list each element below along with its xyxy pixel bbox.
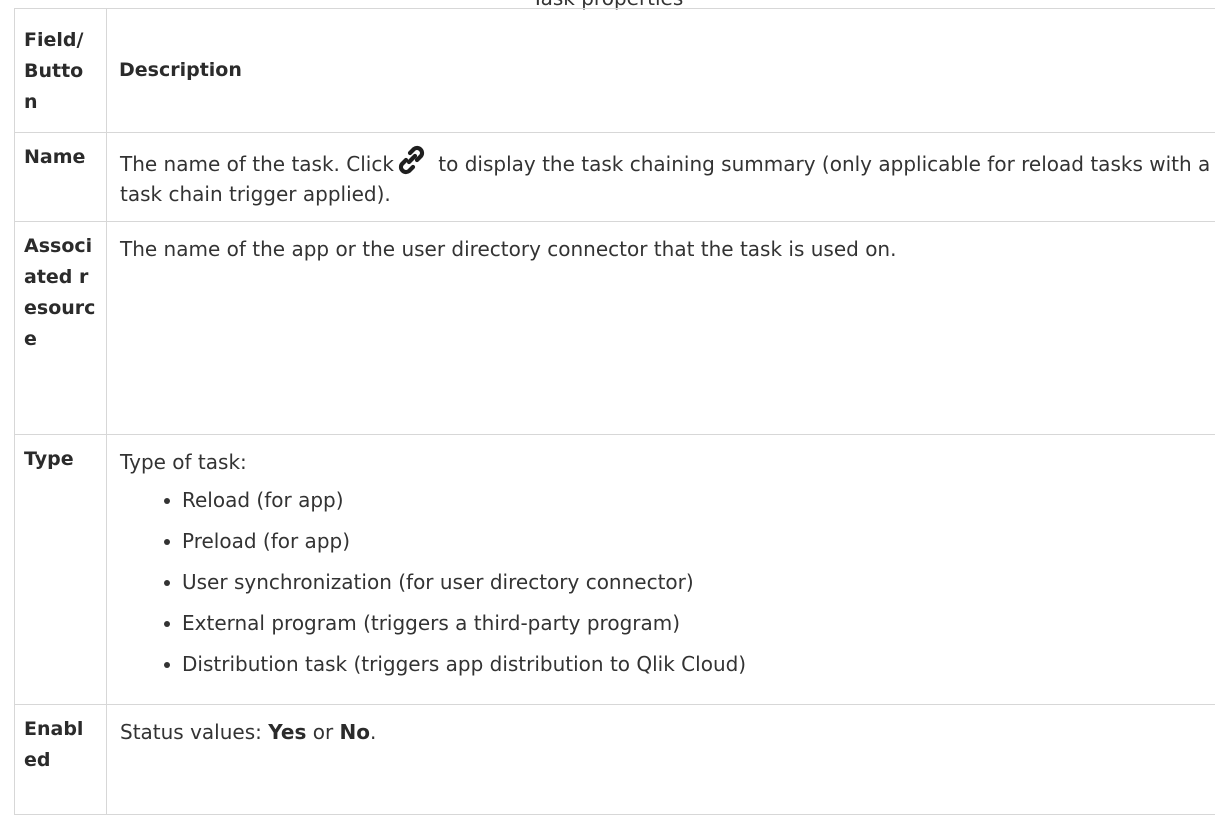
field-associated-resource: Associated resource	[15, 222, 107, 435]
type-intro: Type of task:	[120, 447, 1215, 477]
bullet-icon	[164, 662, 170, 668]
list-item: User synchronization (for user directory…	[182, 567, 1215, 598]
enabled-value-no: No	[340, 720, 370, 744]
associated-resource-text: The name of the app or the user director…	[120, 234, 1215, 264]
link-icon[interactable]	[396, 145, 428, 175]
properties-table: Field/ Button Description Name The name …	[14, 8, 1215, 815]
list-item: Distribution task (triggers app distribu…	[182, 649, 1215, 680]
enabled-text-before: Status values:	[120, 720, 268, 744]
enabled-text-middle: or	[306, 720, 339, 744]
description-associated-resource: The name of the app or the user director…	[107, 222, 1215, 435]
table-header-row: Field/ Button Description	[15, 9, 1215, 133]
bullet-icon	[164, 498, 170, 504]
table-row-type: Type Type of task: Reload (for app) Prel…	[15, 435, 1215, 705]
field-type: Type	[15, 435, 107, 705]
type-list: Reload (for app) Preload (for app) User …	[120, 485, 1215, 680]
description-name: The name of the task. Click to display t…	[107, 133, 1215, 222]
bullet-icon	[164, 621, 170, 627]
list-item: Reload (for app)	[182, 485, 1215, 516]
list-item: Preload (for app)	[182, 526, 1215, 557]
enabled-value-yes: Yes	[268, 720, 306, 744]
header-field-button: Field/ Button	[15, 9, 107, 133]
enabled-text-after: .	[370, 720, 376, 744]
header-description: Description	[107, 9, 1215, 133]
bullet-icon	[164, 580, 170, 586]
table-row-enabled: Enabled Status values: Yes or No.	[15, 705, 1215, 815]
name-text-before: The name of the task. Click	[120, 152, 394, 176]
description-type: Type of task: Reload (for app) Preload (…	[107, 435, 1215, 705]
list-item: External program (triggers a third-party…	[182, 608, 1215, 639]
field-name: Name	[15, 133, 107, 222]
description-enabled: Status values: Yes or No.	[107, 705, 1215, 815]
table-row-name: Name The name of the task. Click to disp…	[15, 133, 1215, 222]
table-row-associated-resource: Associated resource The name of the app …	[15, 222, 1215, 435]
field-enabled: Enabled	[15, 705, 107, 815]
bullet-icon	[164, 539, 170, 545]
